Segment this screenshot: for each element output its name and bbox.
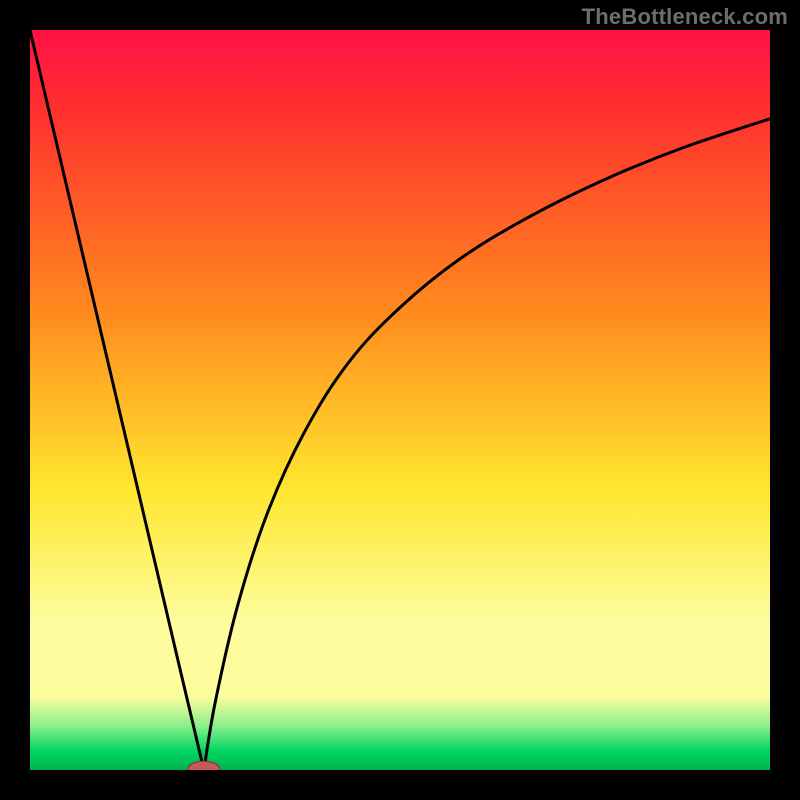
plot-area	[30, 30, 770, 770]
chart-frame: TheBottleneck.com	[0, 0, 800, 800]
watermark-text: TheBottleneck.com	[582, 4, 788, 30]
gradient-background	[30, 30, 770, 770]
chart-svg	[30, 30, 770, 770]
